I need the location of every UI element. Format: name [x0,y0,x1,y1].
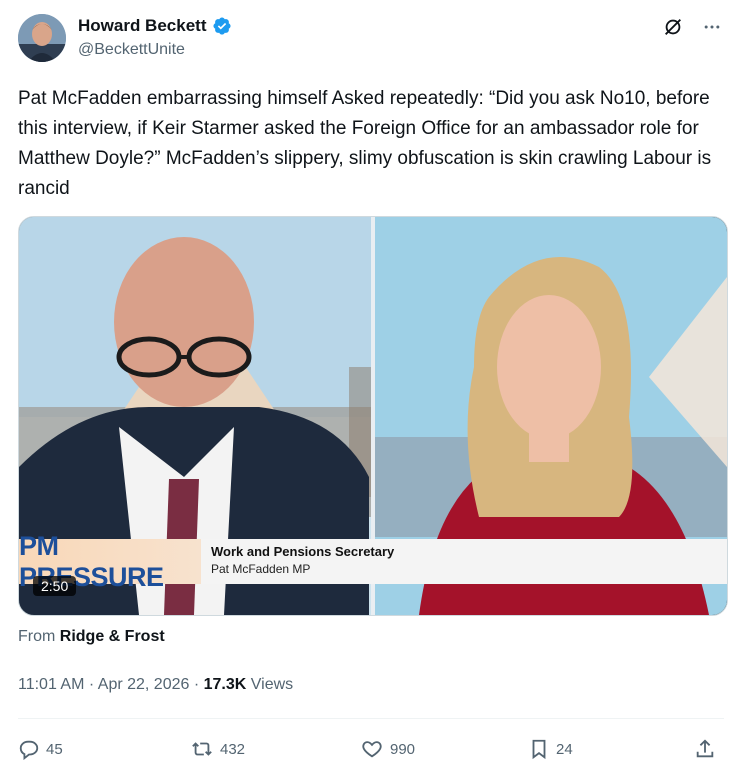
reply-button[interactable]: 45 [18,738,63,760]
share-button[interactable] [694,738,716,760]
author-name[interactable]: Howard Beckett [78,16,206,36]
video-player[interactable]: PM PRESSURE Work and Pensions Secretary … [18,216,728,616]
avatar[interactable] [18,14,66,62]
meta-separator: · [88,676,98,693]
tweet-meta: 11:01 AM · Apr 22, 2026 · 17.3K Views [18,676,293,694]
source-prefix: From [18,628,56,645]
reply-count: 45 [46,740,63,758]
repost-count: 432 [220,740,246,758]
action-bar: 45 432 990 24 [18,736,724,766]
views-count: 17.3K [203,676,247,693]
like-count: 990 [390,740,416,758]
divider [18,718,724,719]
source-line: From Ridge & Frost [18,628,165,646]
grok-icon[interactable] [662,16,684,38]
name-row: Howard Beckett [78,16,232,36]
repost-icon [190,738,214,760]
bookmark-button[interactable]: 24 [528,738,573,760]
verified-badge-icon [212,16,232,36]
tweet-date[interactable]: Apr 22, 2026 [98,676,190,693]
repost-button[interactable]: 432 [190,738,245,760]
author-handle[interactable]: @BeckettUnite [78,41,185,59]
like-button[interactable]: 990 [360,738,415,760]
lower-third-name: Pat McFadden MP [211,562,311,576]
tweet-header: Howard Beckett @BeckettUnite [18,12,730,68]
avatar-image [18,14,66,62]
more-icon[interactable] [702,17,722,37]
source-name[interactable]: Ridge & Frost [60,628,165,645]
meta-separator: · [193,676,204,693]
tweet-time[interactable]: 11:01 AM [18,676,84,693]
reply-icon [18,738,40,760]
share-icon [694,738,716,760]
bookmark-count: 24 [556,740,573,758]
views-label: Views [250,676,294,693]
lower-third-info: Work and Pensions Secretary Pat McFadden… [201,539,727,584]
lower-third-role: Work and Pensions Secretary [211,544,395,559]
tweet-text: Pat McFadden embarrassing himself Asked … [18,88,712,199]
like-icon [360,738,384,760]
header-actions [662,16,722,38]
video-duration: 2:50 [33,576,77,596]
lower-third: PM PRESSURE Work and Pensions Secretary … [19,531,727,592]
bookmark-icon [528,738,550,760]
